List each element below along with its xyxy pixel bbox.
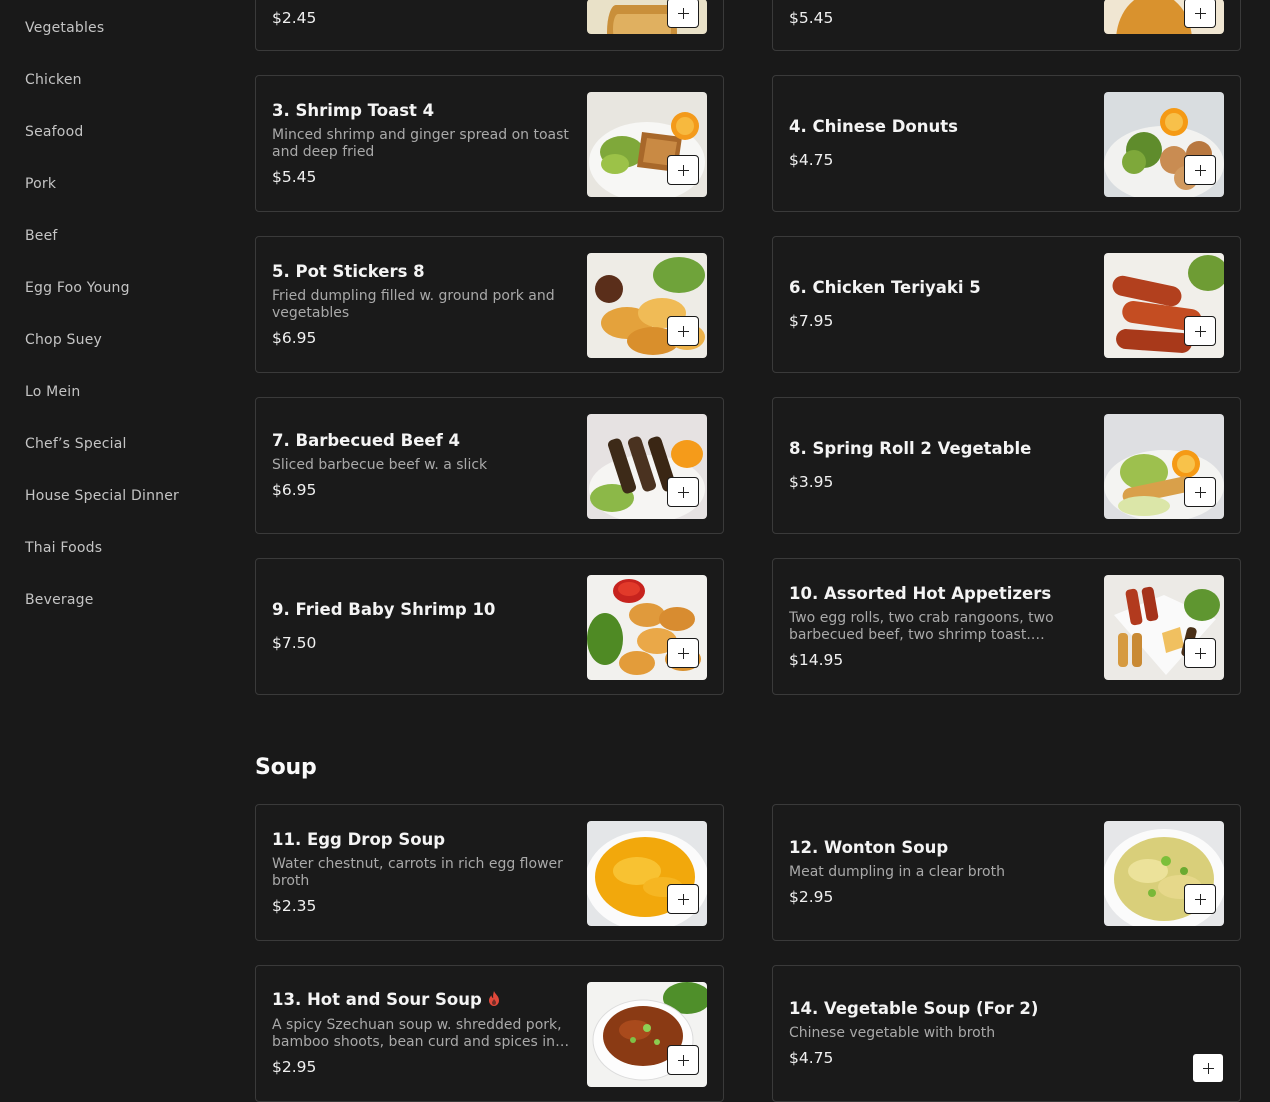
item-title: 9. Fried Baby Shrimp 10 (272, 600, 496, 619)
add-to-cart-button[interactable] (667, 638, 699, 668)
item-title: 13. Hot and Sour Soup (272, 990, 572, 1011)
item-title: 11. Egg Drop Soup (272, 829, 446, 849)
item-price: $4.75 (789, 151, 834, 169)
plus-icon (677, 1054, 689, 1066)
menu-item-card[interactable]: 4. Chinese Donuts $4.75 (772, 75, 1241, 212)
plus-icon (677, 647, 689, 659)
item-title: 10. Assorted Hot Appetizers (789, 583, 1052, 603)
add-to-cart-button[interactable] (1192, 1053, 1224, 1083)
item-price: $2.95 (789, 888, 834, 906)
add-to-cart-button[interactable] (1184, 316, 1216, 346)
item-price: $4.75 (789, 1049, 834, 1067)
plus-icon (1202, 1062, 1214, 1074)
item-title: 5. Pot Stickers 8 (272, 261, 425, 281)
item-title: 4. Chinese Donuts (789, 117, 958, 136)
item-title: 14. Vegetable Soup (For 2) (789, 999, 1039, 1018)
item-description: Water chestnut, carrots in rich egg flow… (272, 855, 563, 889)
menu-item-card[interactable]: $5.45 (772, 0, 1241, 51)
plus-icon (1194, 893, 1206, 905)
item-description: A spicy Szechuan soup w. shredded pork, … (272, 1017, 569, 1050)
add-to-cart-button[interactable] (1184, 155, 1216, 185)
add-to-cart-button[interactable] (1184, 638, 1216, 668)
plus-icon (677, 7, 689, 19)
add-to-cart-button[interactable] (667, 884, 699, 914)
item-price: $5.45 (789, 9, 834, 27)
item-price: $14.95 (789, 650, 844, 669)
item-price: $7.50 (272, 634, 317, 652)
item-price: $2.45 (272, 9, 317, 27)
item-price: $7.95 (789, 312, 834, 330)
item-price: $3.95 (789, 473, 834, 491)
plus-icon (1194, 7, 1206, 19)
menu-item-card[interactable]: 12. Wonton Soup Meat dumpling in a clear… (772, 804, 1241, 941)
menu-item-card[interactable]: 7. Barbecued Beef 4 Sliced barbecue beef… (255, 397, 724, 534)
menu-item-card[interactable]: 9. Fried Baby Shrimp 10 $7.50 (255, 558, 724, 695)
menu-item-card[interactable]: 14. Vegetable Soup (For 2) Chinese veget… (772, 965, 1241, 1102)
plus-icon (677, 164, 689, 176)
menu-content: $2.45 $5.45 3. Shrimp Toast 4 Minced shr… (0, 0, 1270, 1102)
menu-item-card[interactable]: 13. Hot and Sour Soup A spicy Szechuan s… (255, 965, 724, 1102)
item-description: Minced shrimp and ginger spread on toast… (272, 126, 569, 160)
flame-icon (488, 991, 500, 1011)
add-to-cart-button[interactable] (667, 316, 699, 346)
item-title: 8. Spring Roll 2 Vegetable (789, 439, 1032, 458)
plus-icon (1194, 164, 1206, 176)
item-title-text: 13. Hot and Sour Soup (272, 990, 482, 1009)
menu-item-card[interactable]: $2.45 (255, 0, 724, 51)
plus-icon (677, 325, 689, 337)
add-to-cart-button[interactable] (1184, 884, 1216, 914)
menu-item-card[interactable]: 6. Chicken Teriyaki 5 $7.95 (772, 236, 1241, 373)
add-to-cart-button[interactable] (667, 477, 699, 507)
item-description: Two egg rolls, two crab rangoons, two ba… (789, 609, 1054, 643)
section-title-soup: Soup (255, 755, 317, 780)
menu-item-card[interactable]: 10. Assorted Hot Appetizers Two egg roll… (772, 558, 1241, 695)
plus-icon (677, 486, 689, 498)
item-price: $2.95 (272, 1058, 317, 1076)
item-title: 6. Chicken Teriyaki 5 (789, 278, 981, 297)
add-to-cart-button[interactable] (1184, 477, 1216, 507)
plus-icon (677, 893, 689, 905)
item-description: Sliced barbecue beef w. a slick (272, 457, 488, 473)
menu-item-card[interactable]: 8. Spring Roll 2 Vegetable $3.95 (772, 397, 1241, 534)
item-description: Chinese vegetable with broth (789, 1025, 996, 1041)
item-description: Meat dumpling in a clear broth (789, 864, 1005, 880)
item-price: $6.95 (272, 328, 317, 347)
plus-icon (1194, 486, 1206, 498)
menu-item-card[interactable]: 11. Egg Drop Soup Water chestnut, carrot… (255, 804, 724, 941)
add-to-cart-button[interactable] (667, 155, 699, 185)
item-price: $5.45 (272, 167, 317, 186)
plus-icon (1194, 647, 1206, 659)
menu-item-card[interactable]: 5. Pot Stickers 8 Fried dumpling filled … (255, 236, 724, 373)
item-title: 12. Wonton Soup (789, 838, 949, 857)
item-price: $2.35 (272, 896, 317, 915)
item-description: Fried dumpling filled w. ground pork and… (272, 287, 555, 321)
plus-icon (1194, 325, 1206, 337)
item-title: 3. Shrimp Toast 4 (272, 100, 435, 120)
menu-item-card[interactable]: 3. Shrimp Toast 4 Minced shrimp and ging… (255, 75, 724, 212)
add-to-cart-button[interactable] (667, 1045, 699, 1075)
item-title: 7. Barbecued Beef 4 (272, 431, 460, 450)
add-to-cart-button[interactable] (1184, 0, 1216, 28)
add-to-cart-button[interactable] (667, 0, 699, 28)
item-price: $6.95 (272, 481, 317, 499)
